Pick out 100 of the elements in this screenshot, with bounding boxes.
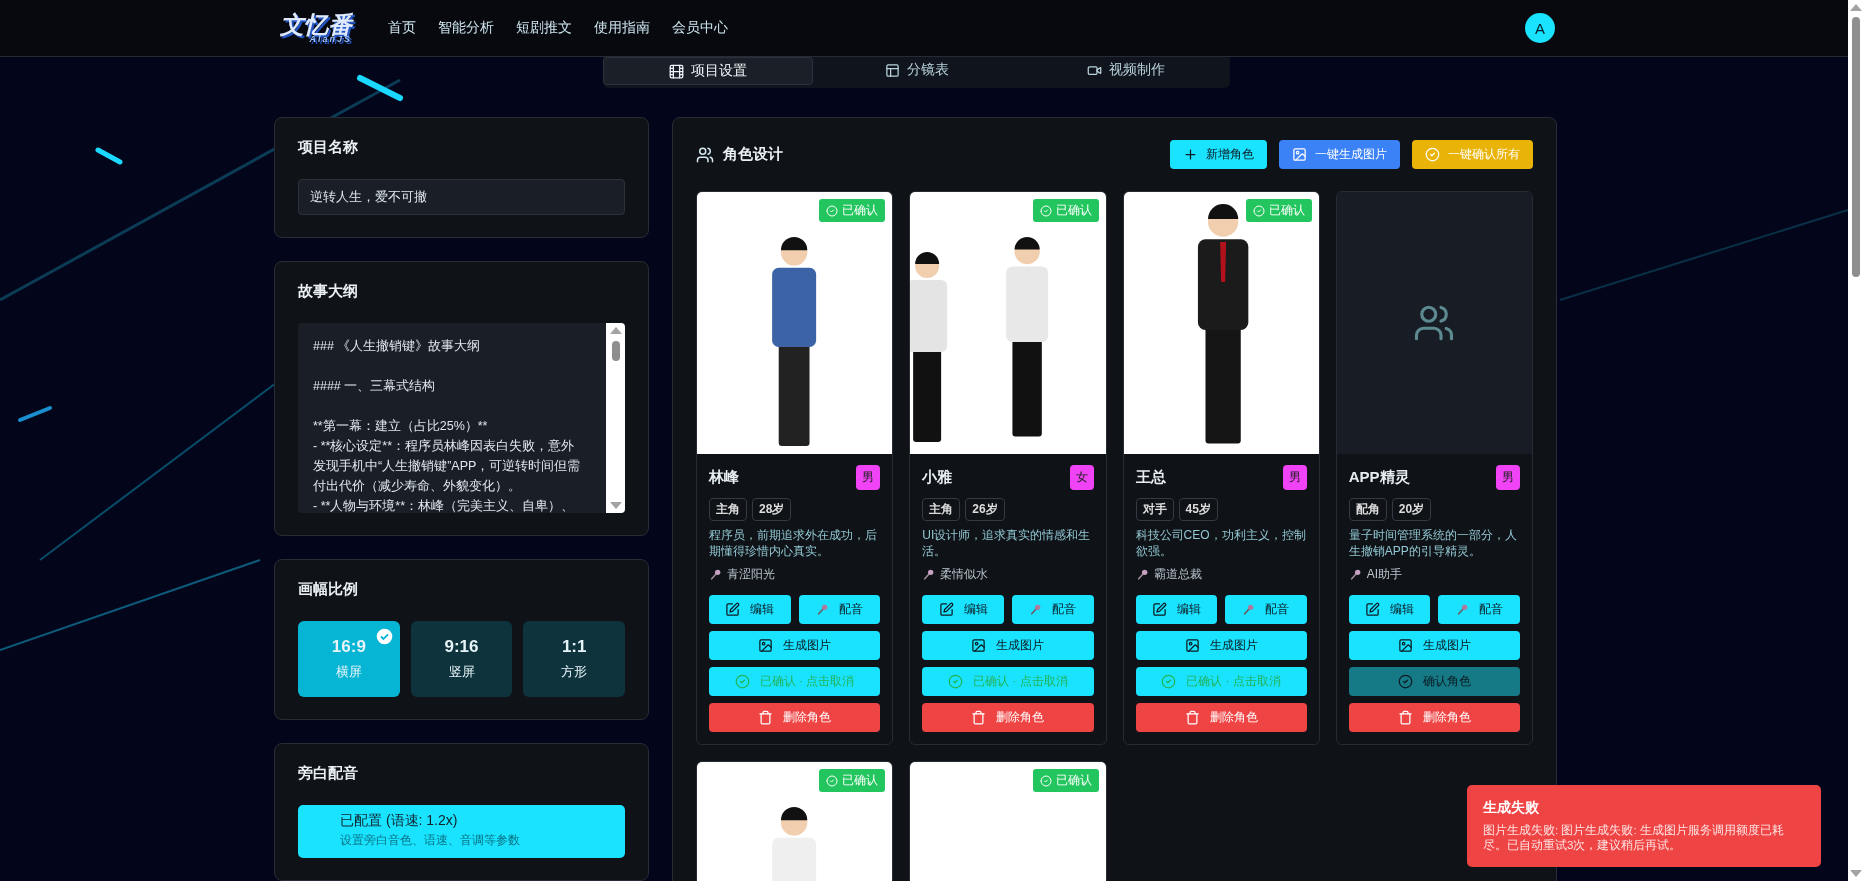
- ratio-option[interactable]: 1:1 方形: [523, 621, 625, 697]
- trash-icon: [971, 710, 987, 725]
- check-circle-icon: [1425, 147, 1440, 162]
- avatar[interactable]: A: [1525, 13, 1555, 43]
- check-circle-icon: [826, 204, 839, 217]
- tab[interactable]: 分镜表: [813, 57, 1022, 83]
- check-circle-icon: [1252, 204, 1265, 217]
- image-icon: [758, 638, 774, 653]
- edit-button[interactable]: 编辑: [709, 595, 791, 624]
- plus-icon: [1183, 147, 1198, 162]
- character-description: UI设计师，追求真实的情感和生活。: [922, 527, 1092, 559]
- character-name: 林峰: [709, 468, 739, 487]
- gender-tag: 女: [1069, 465, 1094, 490]
- action-button[interactable]: 一键生成图片: [1279, 140, 1400, 169]
- trash-icon: [1184, 710, 1200, 725]
- card-title: 项目名称: [298, 138, 359, 157]
- edit-icon: [938, 602, 954, 617]
- nav-link[interactable]: 智能分析: [438, 19, 494, 37]
- check-circle-icon: [826, 774, 839, 787]
- nav-link[interactable]: 首页: [388, 19, 416, 37]
- image-icon: [1292, 147, 1307, 162]
- card-title: 故事大纲: [298, 282, 359, 301]
- toast-message: 图片生成失败: 图片生成失败: 生成图片服务调用额度已耗尽。已自动重试3次，建议稍后再试。: [1483, 823, 1785, 853]
- edit-icon: [1151, 602, 1167, 617]
- role-tag: 对手: [1135, 498, 1174, 521]
- outline-field[interactable]: ### 《人生撤销键》故事大纲 #### 一、三幕式结构 **第一幕：建立（占比25%）** - **核心设定**：程序员林峰因表白失败，意外发现手机中“人生撤销键”APP，可逆转时间但需付出代价（减少寿命、外貌变化）。 - **人物与环境**：林峰（完美主义、自卑）、: [298, 323, 625, 513]
- users-icon: [696, 145, 714, 164]
- image-icon: [1397, 638, 1413, 653]
- delete-button[interactable]: 删除角色: [922, 703, 1094, 732]
- nav-link[interactable]: 短剧推文: [516, 19, 572, 37]
- check-circle-icon: [1039, 774, 1052, 787]
- confirmed-badge: 已确认: [819, 199, 886, 222]
- scrollbar[interactable]: [1848, 0, 1864, 881]
- nav-link[interactable]: 使用指南: [594, 19, 650, 37]
- edit-icon: [725, 602, 741, 617]
- tab[interactable]: 项目设置: [603, 57, 814, 85]
- confirmed-badge: 已确认: [1032, 199, 1099, 222]
- generate-image-button[interactable]: 生成图片: [709, 631, 881, 660]
- check-circle-icon: [1397, 674, 1413, 689]
- generate-image-button[interactable]: 生成图片: [1348, 631, 1520, 660]
- confirm-button[interactable]: 确认角色: [1348, 667, 1520, 696]
- confirmed-badge: 已确认: [819, 769, 886, 792]
- delete-button[interactable]: 删除角色: [709, 703, 881, 732]
- check-circle-icon: [734, 674, 750, 689]
- nav-link[interactable]: 会员中心: [672, 19, 728, 37]
- card-title: 画幅比例: [298, 580, 359, 599]
- delete-button[interactable]: 删除角色: [1348, 703, 1520, 732]
- project-name-field[interactable]: 逆转人生，爱不可撤: [298, 179, 625, 215]
- action-button[interactable]: 新增角色: [1170, 140, 1267, 169]
- check-icon: [375, 628, 393, 645]
- voice-label: 青涩阳光: [727, 566, 775, 583]
- dub-button[interactable]: 配音: [1011, 595, 1094, 624]
- panel-title: 角色设计: [723, 145, 783, 164]
- edit-button[interactable]: 编辑: [1135, 595, 1218, 624]
- microphone-icon: [1348, 568, 1362, 581]
- generate-image-button[interactable]: 生成图片: [1135, 631, 1307, 660]
- check-circle-icon: [948, 674, 964, 689]
- check-circle-icon: [1161, 674, 1177, 689]
- scrollbar[interactable]: [606, 323, 625, 513]
- age-tag: 28岁: [752, 498, 792, 521]
- microphone-icon: [1135, 568, 1149, 581]
- role-tag: 主角: [922, 498, 961, 521]
- microphone-icon: [922, 568, 936, 581]
- edit-button[interactable]: 编辑: [1348, 595, 1431, 624]
- trash-icon: [758, 710, 774, 725]
- microphone-icon: [1455, 603, 1469, 616]
- edit-icon: [1365, 602, 1381, 617]
- character-name: APP精灵: [1348, 468, 1410, 487]
- logo[interactable]: 文忆番 AlanJS: [280, 12, 352, 44]
- gender-tag: 男: [1282, 465, 1307, 490]
- ratio-option[interactable]: 9:16 竖屏: [410, 621, 513, 697]
- character-name: 小雅: [922, 468, 953, 487]
- dub-button[interactable]: 配音: [1438, 595, 1520, 624]
- microphone-icon: [709, 568, 722, 581]
- narration-button[interactable]: 已配置 (语速: 1.2x) 设置旁白音色、语速、音调等参数: [298, 805, 625, 858]
- character-name: 王总: [1135, 468, 1166, 487]
- image-icon: [1184, 638, 1200, 653]
- voice-label: AI助手: [1366, 566, 1403, 583]
- delete-button[interactable]: 删除角色: [1135, 703, 1307, 732]
- gender-tag: 男: [1496, 465, 1520, 490]
- age-tag: 45岁: [1178, 498, 1218, 521]
- toast-title: 生成失败: [1483, 799, 1540, 817]
- age-tag: 26岁: [965, 498, 1005, 521]
- confirmed-badge: 已确认: [1032, 769, 1099, 792]
- card-title: 旁白配音: [298, 764, 359, 783]
- role-tag: 主角: [709, 498, 747, 521]
- trash-icon: [1397, 710, 1413, 725]
- microphone-icon: [1242, 603, 1256, 616]
- tab[interactable]: 视频制作: [1021, 57, 1230, 83]
- film-icon: [669, 63, 685, 79]
- age-tag: 20岁: [1391, 498, 1432, 521]
- dub-button[interactable]: 配音: [798, 595, 881, 624]
- dub-button[interactable]: 配音: [1225, 595, 1307, 624]
- edit-button[interactable]: 编辑: [922, 595, 1004, 624]
- voice-label: 柔情似水: [940, 566, 989, 583]
- generate-image-button[interactable]: 生成图片: [922, 631, 1094, 660]
- character-description: 量子时间管理系统的一部分，人生撤销APP的引导精灵。: [1348, 527, 1518, 559]
- character-description: 程序员，前期追求外在成功，后期懂得珍惜内心真实。: [709, 527, 878, 559]
- character-description: 科技公司CEO，功利主义，控制欲强。: [1135, 527, 1307, 559]
- microphone-icon: [1029, 603, 1043, 616]
